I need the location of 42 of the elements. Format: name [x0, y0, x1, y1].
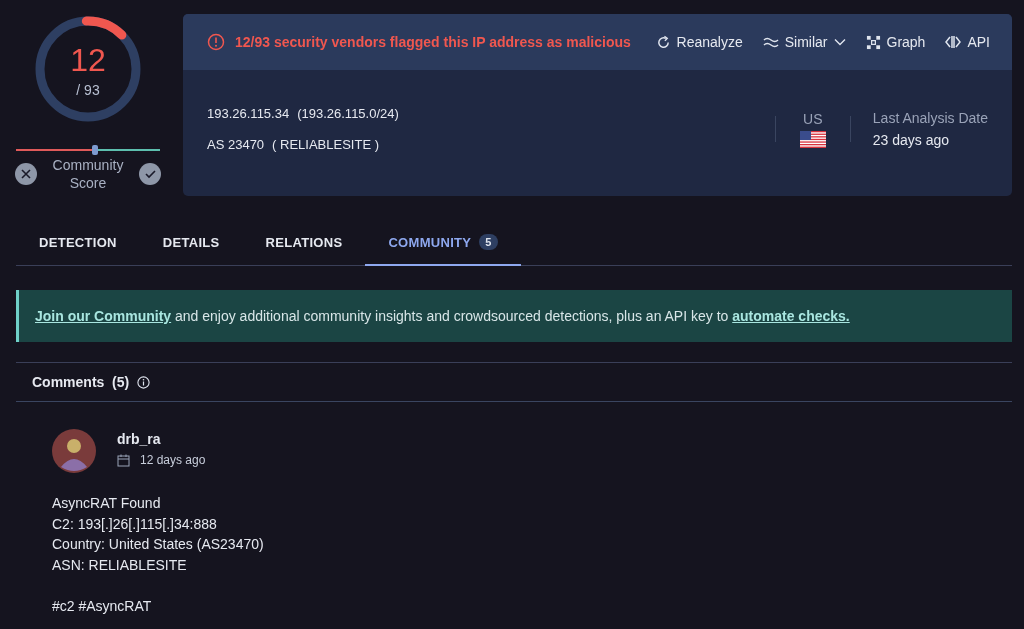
code-icon	[945, 35, 962, 49]
info-icon	[137, 375, 151, 389]
last-analysis-date: 23 days ago	[872, 132, 951, 148]
ip-address: 193.26.115.34	[207, 106, 290, 121]
user-avatar	[52, 429, 96, 473]
vendor-total: / 93	[76, 82, 100, 98]
check-icon	[144, 169, 156, 179]
wave-icon	[762, 36, 779, 48]
comments-heading: Comments (5)	[32, 374, 130, 390]
ip-range: (193.26.115.0/24)	[297, 106, 399, 121]
tab[interactable]: COMMUNITY 5	[365, 226, 521, 266]
count-badge: 5	[479, 234, 498, 250]
community-banner-text: Join our Community and enjoy additional community insights and crowdsourced detections, plus an API key to automate checks.	[35, 308, 850, 324]
tab[interactable]: DETECTION	[16, 226, 140, 266]
alert-icon	[207, 33, 225, 51]
comment-date: 12 days ago	[140, 453, 206, 467]
action-button[interactable]: Similar	[762, 34, 846, 50]
comment-text: #c2 #AsyncRAT	[52, 596, 153, 616]
country-code: US	[803, 110, 823, 127]
tab[interactable]: RELATIONS	[242, 226, 366, 266]
automate-checks-link[interactable]: automate checks.	[732, 308, 850, 324]
last-analysis-label: Last Analysis Date	[872, 110, 988, 126]
flag-icon	[799, 130, 826, 148]
alert-message: 12/93 security vendors flagged this IP address as malicious	[235, 34, 631, 50]
tab[interactable]: DETAILS	[139, 226, 243, 266]
comment-text: AsyncRAT Found C2: 193[.]26[.]115[.]34:888 Country: United States (AS23470) ASN: RELIABLESITE	[52, 494, 265, 576]
calendar-icon	[117, 453, 130, 467]
graph-icon	[865, 34, 881, 50]
close-icon	[21, 169, 31, 179]
comment-author[interactable]: drb_ra	[117, 431, 206, 447]
vote-harmless-button[interactable]	[139, 163, 161, 185]
action-button[interactable]: Graph	[865, 34, 926, 50]
community-score-label: Community Score	[51, 156, 125, 192]
action-button[interactable]: API	[945, 34, 990, 50]
vote-malicious-button[interactable]	[15, 163, 37, 185]
as-number: AS 23470	[207, 137, 265, 152]
caret-icon	[833, 38, 846, 46]
refresh-icon	[655, 34, 671, 50]
join-community-link[interactable]: Join our Community	[35, 308, 172, 324]
detection-count: 12	[70, 42, 106, 78]
action-button[interactable]: Reanalyze	[655, 34, 743, 50]
as-owner: ( RELIABLESITE )	[272, 137, 380, 152]
